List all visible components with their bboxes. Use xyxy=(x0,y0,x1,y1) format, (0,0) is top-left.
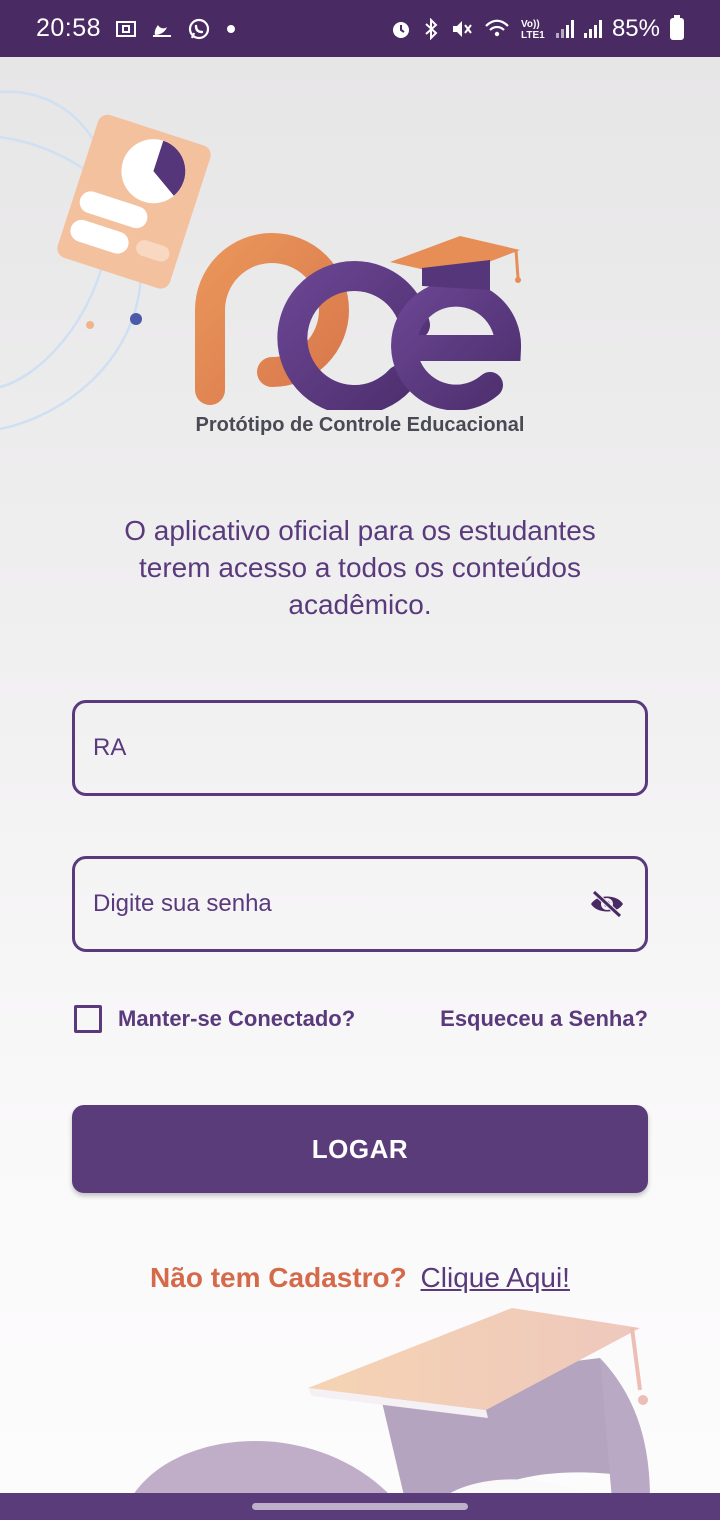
battery-icon xyxy=(670,14,684,40)
pce-logo xyxy=(195,233,522,410)
wifi-icon xyxy=(485,19,509,36)
password-input[interactable] xyxy=(93,890,587,918)
signup-question: Não tem Cadastro? xyxy=(150,1262,407,1293)
eye-off-icon xyxy=(591,890,623,918)
password-field[interactable] xyxy=(72,856,648,952)
keep-connected-checkbox[interactable] xyxy=(74,1005,102,1033)
dot-icon xyxy=(227,24,236,33)
app-tagline: O aplicativo oficial para os estudantes … xyxy=(124,515,596,620)
screenshot-icon xyxy=(116,20,137,37)
login-button-label: LOGAR xyxy=(311,1133,409,1164)
status-bar: 20:58 Vo)) LTE1 85% xyxy=(0,0,720,57)
keep-connected-label[interactable]: Manter-se Conectado? xyxy=(118,1006,355,1032)
toggle-password-visibility-button[interactable] xyxy=(587,884,627,924)
svg-text:LTE1: LTE1 xyxy=(521,30,545,41)
signal-icon xyxy=(583,19,602,38)
alarm-icon xyxy=(392,21,409,38)
volte-icon: Vo)) LTE1 xyxy=(521,19,545,41)
ra-input[interactable] xyxy=(93,734,627,762)
home-gesture-handle[interactable] xyxy=(252,1503,468,1510)
signup-link[interactable]: Clique Aqui! xyxy=(421,1262,570,1293)
mute-icon xyxy=(452,20,472,37)
system-navigation-bar xyxy=(0,1493,720,1520)
ra-field[interactable] xyxy=(72,700,648,796)
logo-subtitle-text: Protótipo de Controle Educacional xyxy=(195,414,525,436)
svg-text:Vo)): Vo)) xyxy=(521,19,540,30)
whatsapp-icon xyxy=(188,18,210,39)
login-button[interactable]: LOGAR xyxy=(72,1105,648,1193)
decorative-bottom-logo xyxy=(130,1308,650,1500)
battery-percent: 85% xyxy=(611,14,660,42)
login-options-row: Manter-se Conectado? Esqueceu a Senha? xyxy=(72,1002,648,1036)
status-right-icons: Vo)) LTE1 85% xyxy=(390,14,684,43)
signup-row: Não tem Cadastro? Clique Aqui! xyxy=(0,1262,720,1294)
signal-icon xyxy=(555,19,574,38)
status-left-icons xyxy=(115,17,237,41)
status-time: 20:58 xyxy=(36,14,102,42)
moon-icon xyxy=(153,24,172,37)
bluetooth-icon xyxy=(425,17,438,40)
logo-subtitle: Protótipo de Controle Educacional xyxy=(0,414,720,437)
forgot-password-link[interactable]: Esqueceu a Senha? xyxy=(440,1006,648,1032)
